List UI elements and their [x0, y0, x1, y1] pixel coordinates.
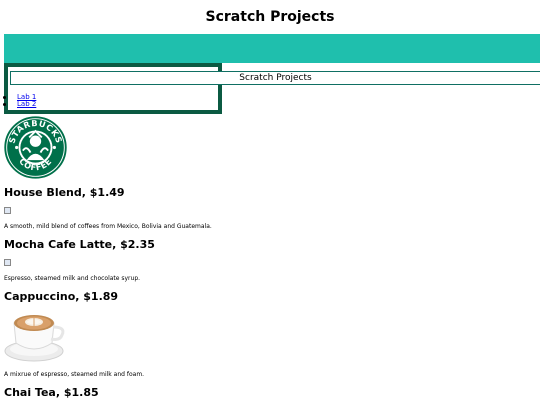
teal-banner	[4, 34, 540, 63]
product-title-house-blend: House Blend, $1.49	[4, 186, 125, 199]
broken-image-icon	[4, 207, 11, 214]
header-title: Scratch Projects	[239, 73, 312, 83]
product-title-mocha-cafe-latte: Mocha Cafe Latte, $2.35	[4, 238, 155, 251]
nav-link-lab-2[interactable]: Lab 2	[17, 100, 36, 108]
page-title: Scratch Projects	[205, 9, 335, 25]
starbucks-logo: STARBUCKS COFFEE	[4, 116, 67, 179]
nav-list: Lab 1 Lab 2	[2, 94, 36, 108]
header-box: Scratch Projects	[10, 71, 540, 85]
cappuccino-cup-photo	[4, 315, 65, 362]
nav-item: Lab 2	[2, 100, 36, 108]
broken-image-icon	[4, 259, 11, 266]
product-title-chai-tea: Chai Tea, $1.85	[4, 386, 99, 399]
product-description-cappuccino: A mixrue of espresso, steamed milk and f…	[4, 371, 145, 378]
product-description-mocha-cafe-latte: Espresso, steamed milk and chocolate syr…	[4, 275, 141, 282]
product-description-house-blend: A smooth, mild blend of coffees from Mex…	[4, 223, 212, 230]
product-title-cappuccino: Cappuccino, $1.89	[4, 290, 119, 303]
